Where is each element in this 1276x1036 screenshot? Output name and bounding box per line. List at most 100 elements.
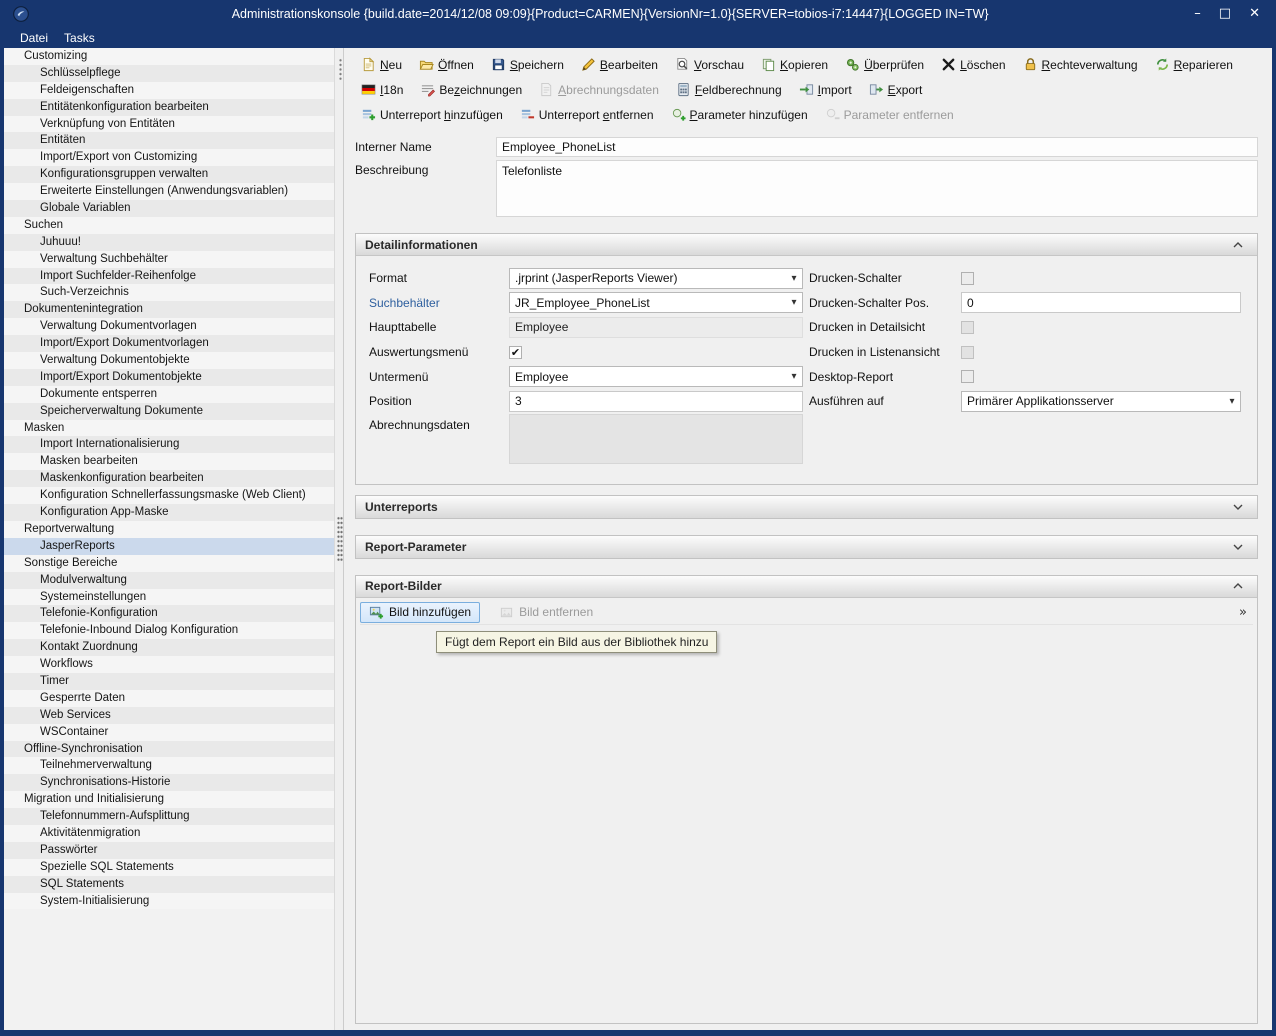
report-images-panel-header[interactable]: Report-Bilder [356,576,1257,598]
format-select[interactable]: .jrprint (JasperReports Viewer)▾ [509,268,803,289]
sidebar-item[interactable]: SQL Statements [4,876,334,893]
collapse-up-icon[interactable] [1228,242,1248,248]
sidebar-item[interactable]: Globale Variablen [4,200,334,217]
reparieren-button[interactable]: Reparieren [1149,54,1239,75]
collapse-up-icon[interactable] [1228,583,1248,589]
sidebar-item[interactable]: System-Initialisierung [4,893,334,910]
bearbeiten-button[interactable]: Bearbeiten [575,54,664,75]
rechteverwaltung-button[interactable]: Rechteverwaltung [1017,54,1144,75]
sidebar-item[interactable]: Synchronisations-Historie [4,774,334,791]
sidebar-item[interactable]: Customizing [4,48,334,65]
sidebar-item[interactable]: Schlüsselpflege [4,65,334,82]
internal-name-input[interactable] [496,137,1258,157]
kopieren-button[interactable]: Kopieren [755,54,834,75]
ausfuehren-auf-select[interactable]: Primärer Applikationsserver▾ [961,391,1241,412]
sidebar-item[interactable]: Offline-Synchronisation [4,741,334,758]
sidebar-item[interactable]: Migration und Initialisierung [4,791,334,808]
sidebar-item[interactable]: Gesperrte Daten [4,690,334,707]
sidebar-item[interactable]: Spezielle SQL Statements [4,859,334,876]
sidebar-item-selected[interactable]: JasperReports [4,538,334,555]
sidebar-item[interactable]: Passwörter [4,842,334,859]
report-parameter-panel-header[interactable]: Report-Parameter [356,536,1257,558]
sidebar-item[interactable]: Sonstige Bereiche [4,555,334,572]
sidebar-item[interactable]: Verwaltung Dokumentvorlagen [4,318,334,335]
sidebar-item[interactable]: Aktivitätenmigration [4,825,334,842]
expand-down-icon[interactable] [1228,544,1248,550]
sidebar-item[interactable]: Kontakt Zuordnung [4,639,334,656]
menu-tasks[interactable]: Tasks [56,29,103,47]
sidebar-item[interactable]: Verwaltung Suchbehälter [4,251,334,268]
close-button[interactable]: ✕ [1249,7,1260,20]
suchbehaelter-select[interactable]: JR_Employee_PhoneList▾ [509,292,803,313]
unterreport-entfernen-button[interactable]: Unterreport entfernen [514,104,660,125]
position-input[interactable] [509,391,803,412]
abrechnungsdaten-button[interactable]: Abrechnungsdaten [533,79,665,100]
sidebar-item[interactable]: Konfiguration Schnellerfassungsmaske (We… [4,487,334,504]
description-textarea[interactable]: Telefonliste [496,160,1258,217]
bild-entfernen-button[interactable]: Bild entfernen [490,602,602,623]
feldberechnung-button[interactable]: Feldberechnung [670,79,788,100]
minimize-button[interactable]: – [1194,7,1201,20]
sidebar-item[interactable]: Suchen [4,217,334,234]
desktop-report-checkbox[interactable] [961,370,974,383]
auswertungsmenu-checkbox[interactable]: ✔ [509,346,522,359]
export-button[interactable]: Export [863,79,929,100]
sidebar-item[interactable]: Erweiterte Einstellungen (Anwendungsvari… [4,183,334,200]
vorschau-button[interactable]: Vorschau [669,54,750,75]
sidebar-item[interactable]: Dokumente entsperren [4,386,334,403]
sidebar-item[interactable]: Telefonie-Inbound Dialog Konfiguration [4,622,334,639]
sidebar-item[interactable]: Import/Export von Customizing [4,149,334,166]
parameter-entfernen-button[interactable]: Parameter entfernen [819,104,960,125]
toolbar-overflow-button[interactable]: » [1233,605,1253,620]
sidebar-item[interactable]: Entitäten [4,132,334,149]
drucken-schalter-checkbox[interactable] [961,272,974,285]
loeschen-button[interactable]: Löschen [935,54,1011,75]
sidebar-item[interactable]: Konfigurationsgruppen verwalten [4,166,334,183]
parameter-hinzufuegen-button[interactable]: Parameter hinzufügen [665,104,814,125]
sidebar-item[interactable]: Import Internationalisierung [4,436,334,453]
sidebar-item[interactable]: Import/Export Dokumentobjekte [4,369,334,386]
scrollbar-thumb[interactable] [339,58,342,80]
sidebar-item[interactable]: Verknüpfung von Entitäten [4,116,334,133]
subreports-panel-header[interactable]: Unterreports [356,496,1257,518]
sidebar-item[interactable]: Maskenkonfiguration bearbeiten [4,470,334,487]
maximize-button[interactable]: □ [1219,7,1231,20]
sidebar-item[interactable]: Speicherverwaltung Dokumente [4,403,334,420]
bild-hinzufuegen-button[interactable]: Bild hinzufügen [360,602,480,623]
sidebar-item[interactable]: Web Services [4,707,334,724]
expand-down-icon[interactable] [1228,504,1248,510]
untermenu-select[interactable]: Employee▾ [509,366,803,387]
unterreport-hinzufuegen-button[interactable]: Unterreport hinzufügen [355,104,509,125]
sidebar-item[interactable]: Feldeigenschaften [4,82,334,99]
oeffnen-button[interactable]: Öffnen [413,54,480,75]
sidebar-item[interactable]: WSContainer [4,724,334,741]
i18n-button[interactable]: I18n [355,79,409,100]
sidebar-item[interactable]: Systemeinstellungen [4,589,334,606]
neu-button[interactable]: Neu [355,54,408,75]
speichern-button[interactable]: Speichern [485,54,570,75]
sidebar-item[interactable]: Telefonie-Konfiguration [4,605,334,622]
sidebar-item[interactable]: Telefonnummern-Aufsplittung [4,808,334,825]
ueberpruefen-button[interactable]: Überprüfen [839,54,930,75]
sidebar-item[interactable]: Masken [4,420,334,437]
sidebar-item[interactable]: Workflows [4,656,334,673]
sidebar-splitter[interactable] [334,48,344,1030]
sidebar-item[interactable]: Reportverwaltung [4,521,334,538]
sidebar-item[interactable]: Import Suchfelder-Reihenfolge [4,268,334,285]
sidebar-item[interactable]: Teilnehmerverwaltung [4,757,334,774]
drucken-schalter-pos-input[interactable] [961,292,1241,313]
sidebar-item[interactable]: Import/Export Dokumentvorlagen [4,335,334,352]
detail-panel-header[interactable]: Detailinformationen [356,234,1257,256]
field-label-link[interactable]: Suchbehälter [369,296,509,310]
sidebar-item[interactable]: Such-Verzeichnis [4,284,334,301]
sidebar-item[interactable]: Timer [4,673,334,690]
sidebar-item[interactable]: Entitätenkonfiguration bearbeiten [4,99,334,116]
sidebar-item[interactable]: Modulverwaltung [4,572,334,589]
sidebar-item[interactable]: Masken bearbeiten [4,453,334,470]
sidebar-item[interactable]: Juhuuu! [4,234,334,251]
sidebar-item[interactable]: Dokumentenintegration [4,301,334,318]
sidebar-item[interactable]: Konfiguration App-Maske [4,504,334,521]
bezeichnungen-button[interactable]: Bezeichnungen [414,79,528,100]
menu-datei[interactable]: Datei [12,29,56,47]
sidebar-item[interactable]: Verwaltung Dokumentobjekte [4,352,334,369]
